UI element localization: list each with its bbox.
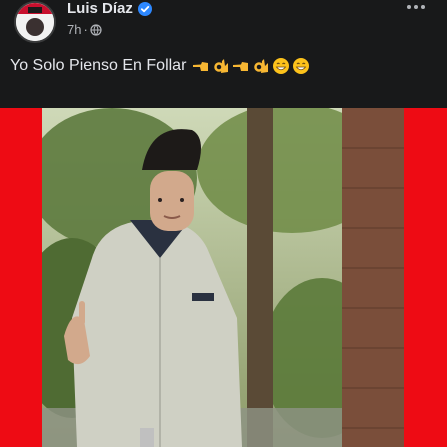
backhand-index-pointing-left-icon xyxy=(233,62,249,71)
post-photo[interactable] xyxy=(42,108,404,447)
meta-separator: · xyxy=(83,22,88,37)
author-name[interactable]: Luis Díaz xyxy=(67,0,133,17)
globe-icon[interactable] xyxy=(90,23,102,36)
ok-hand-icon xyxy=(214,59,229,73)
verified-badge-icon xyxy=(138,2,152,16)
grinning-face-icon xyxy=(273,58,290,74)
emoji-row xyxy=(192,57,310,75)
post-header: Luis Díaz 7h · xyxy=(0,0,447,50)
post-meta: 7h · xyxy=(67,22,102,37)
more-dot xyxy=(421,5,425,9)
post-text: Yo Solo Pienso En Follar xyxy=(10,57,310,75)
backhand-index-pointing-left-icon xyxy=(193,62,209,71)
ok-hand-icon xyxy=(254,59,269,73)
grinning-face-icon xyxy=(293,58,310,74)
avatar-image xyxy=(16,3,54,41)
more-dot xyxy=(414,5,418,9)
more-options-icon[interactable] xyxy=(404,0,428,14)
more-dot xyxy=(407,5,411,9)
post-time[interactable]: 7h xyxy=(67,22,81,37)
post-message: Yo Solo Pienso En Follar xyxy=(10,57,187,74)
avatar[interactable] xyxy=(14,1,56,43)
post-photo-image xyxy=(42,108,404,447)
